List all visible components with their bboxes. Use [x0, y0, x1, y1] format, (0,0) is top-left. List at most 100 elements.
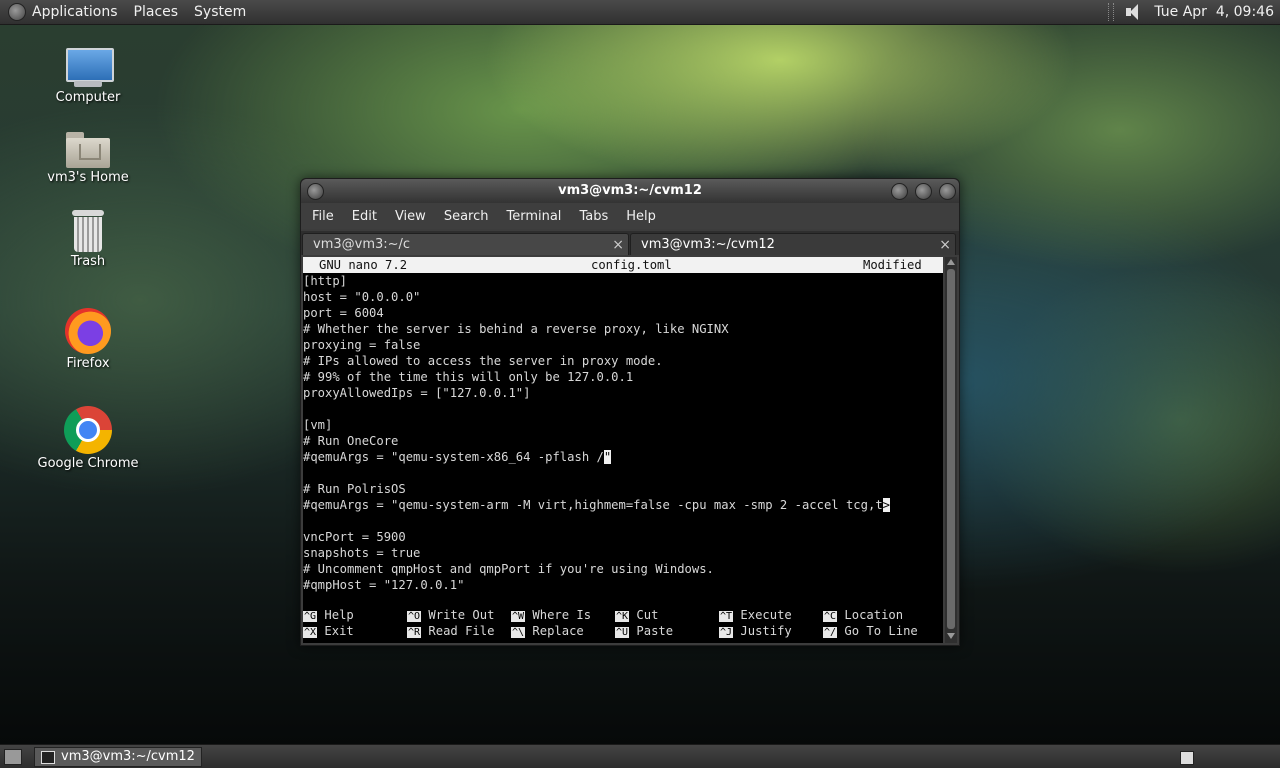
window-titlebar[interactable]: vm3@vm3:~/cvm12	[301, 179, 959, 203]
terminal-window[interactable]: vm3@vm3:~/cvm12 File Edit View Search Te…	[300, 178, 960, 646]
scrollbar-thumb[interactable]	[947, 269, 955, 629]
tab-bar: vm3@vm3:~/c × vm3@vm3:~/cvm12 ×	[301, 231, 959, 255]
chrome-icon	[64, 406, 112, 454]
window-menu-button[interactable]	[307, 183, 324, 200]
desktop-icon-firefox[interactable]: Firefox	[28, 308, 148, 371]
tab-close-icon[interactable]: ×	[939, 234, 951, 256]
terminal-menubar: File Edit View Search Terminal Tabs Help	[301, 203, 959, 229]
shortcut-label: Replace	[532, 624, 584, 638]
shortcut-read-file[interactable]: ^R Read File	[407, 623, 494, 641]
tab-1[interactable]: vm3@vm3:~/c ×	[302, 233, 629, 255]
editor-line: # Run PolrisOS	[303, 482, 406, 496]
shortcut-label: Read File	[428, 624, 495, 638]
taskbar-item-terminal[interactable]: vm3@vm3:~/cvm12	[34, 747, 202, 767]
menu-view[interactable]: View	[395, 209, 426, 224]
system-menu[interactable]: System	[194, 4, 246, 20]
menu-file[interactable]: File	[312, 209, 334, 224]
scroll-up-icon[interactable]	[947, 259, 955, 265]
shortcut-label: Where Is	[532, 608, 592, 622]
applications-menu[interactable]: Applications	[32, 4, 118, 20]
shortcut-key: ^J	[719, 627, 734, 638]
maximize-button[interactable]	[915, 183, 932, 200]
nano-status: Modified	[863, 258, 922, 272]
main-menu-icon[interactable]	[8, 3, 26, 21]
desktop-icon-label: vm3's Home	[47, 170, 129, 185]
volume-icon[interactable]	[1124, 3, 1144, 21]
desktop-icon-chrome[interactable]: Google Chrome	[28, 406, 148, 471]
shortcut-label: Exit	[324, 624, 354, 638]
scroll-down-icon[interactable]	[947, 633, 955, 639]
shortcut-key: ^O	[407, 611, 422, 622]
panel-separator	[1108, 3, 1115, 21]
desktop-icon-trash[interactable]: Trash	[28, 210, 148, 269]
line-overflow-marker: >	[882, 498, 891, 512]
shortcut-key: ^C	[823, 611, 838, 622]
shortcut-label: Go To Line	[844, 624, 918, 638]
shortcut-key: ^W	[511, 611, 526, 622]
shortcut-label: Location	[844, 608, 904, 622]
computer-icon	[64, 48, 114, 88]
window-title: vm3@vm3:~/cvm12	[558, 183, 702, 198]
menu-tabs[interactable]: Tabs	[579, 209, 608, 224]
shortcut-paste[interactable]: ^U Paste	[615, 623, 673, 641]
shortcut-key: ^R	[407, 627, 422, 638]
shortcut-key: ^U	[615, 627, 630, 638]
shortcut-replace[interactable]: ^\ Replace	[511, 623, 584, 641]
shortcut-justify[interactable]: ^J Justify	[719, 623, 792, 641]
terminal-scrollbar[interactable]	[945, 257, 957, 643]
nano-title-bar: GNU nano 7.2 config.toml Modified	[303, 257, 943, 273]
editor-line: host = "0.0.0.0"	[303, 290, 421, 304]
places-menu[interactable]: Places	[134, 4, 179, 20]
shortcut-label: Cut	[636, 608, 659, 622]
tab-close-icon[interactable]: ×	[612, 234, 624, 256]
shortcut-exit[interactable]: ^X Exit	[303, 623, 354, 641]
text-cursor: "	[603, 450, 612, 464]
editor-text[interactable]: [http] host = "0.0.0.0" port = 6004 # Wh…	[303, 273, 943, 593]
shortcut-key: ^\	[511, 627, 526, 638]
desktop-icon-home[interactable]: vm3's Home	[28, 130, 148, 185]
workspace-switcher[interactable]	[1180, 751, 1194, 765]
editor-line: vncPort = 5900	[303, 530, 406, 544]
desktop-icon-label: Trash	[70, 254, 106, 269]
show-desktop-icon[interactable]	[4, 749, 22, 765]
tab-2[interactable]: vm3@vm3:~/cvm12 ×	[630, 233, 956, 255]
menu-help[interactable]: Help	[626, 209, 656, 224]
menu-edit[interactable]: Edit	[352, 209, 377, 224]
firefox-icon	[65, 308, 111, 354]
editor-line: # Run OneCore	[303, 434, 399, 448]
shortcut-key: ^X	[303, 627, 318, 638]
close-button[interactable]	[939, 183, 956, 200]
nano-shortcuts: ^G Help ^O Write Out ^W Where Is ^K Cut …	[303, 607, 943, 639]
desktop-icon-computer[interactable]: Computer	[28, 48, 148, 105]
bottom-panel: vm3@vm3:~/cvm12	[0, 744, 1280, 768]
desktop-icon-label: Firefox	[66, 356, 110, 371]
editor-line: # Uncomment qmpHost and qmpPort if you'r…	[303, 562, 714, 576]
top-panel: Applications Places System Tue Apr 4, 09…	[0, 0, 1280, 25]
menu-terminal[interactable]: Terminal	[506, 209, 561, 224]
clock[interactable]: Tue Apr 4, 09:46	[1154, 4, 1274, 20]
shortcut-key: ^G	[303, 611, 318, 622]
terminal-screen[interactable]: GNU nano 7.2 config.toml Modified [http]…	[303, 257, 943, 643]
shortcut-key: ^K	[615, 611, 630, 622]
shortcut-label: Paste	[636, 624, 674, 638]
taskbar-item-label: vm3@vm3:~/cvm12	[61, 749, 195, 764]
editor-line: # IPs allowed to access the server in pr…	[303, 354, 663, 368]
trash-icon	[70, 210, 106, 252]
shortcut-label: Execute	[740, 608, 792, 622]
editor-line-overflow: #qemuArgs = "qemu-system-arm -M virt,hig…	[303, 497, 943, 513]
tab-label: vm3@vm3:~/c	[313, 237, 411, 252]
terminal-icon	[41, 751, 55, 764]
minimize-button[interactable]	[891, 183, 908, 200]
desktop-icon-label: Computer	[55, 90, 121, 105]
editor-line-text: #qemuArgs = "qemu-system-x86_64 -pflash …	[303, 450, 604, 464]
editor-line-cursor: #qemuArgs = "qemu-system-x86_64 -pflash …	[303, 449, 943, 465]
editor-line: [http]	[303, 273, 943, 289]
nano-filename: config.toml	[591, 258, 672, 272]
shortcut-go-to-line[interactable]: ^/ Go To Line	[823, 623, 918, 641]
shortcut-key: ^T	[719, 611, 734, 622]
menu-search[interactable]: Search	[444, 209, 489, 224]
editor-line: snapshots = true	[303, 546, 421, 560]
editor-line: proxyAllowedIps = ["127.0.0.1"]	[303, 386, 531, 400]
